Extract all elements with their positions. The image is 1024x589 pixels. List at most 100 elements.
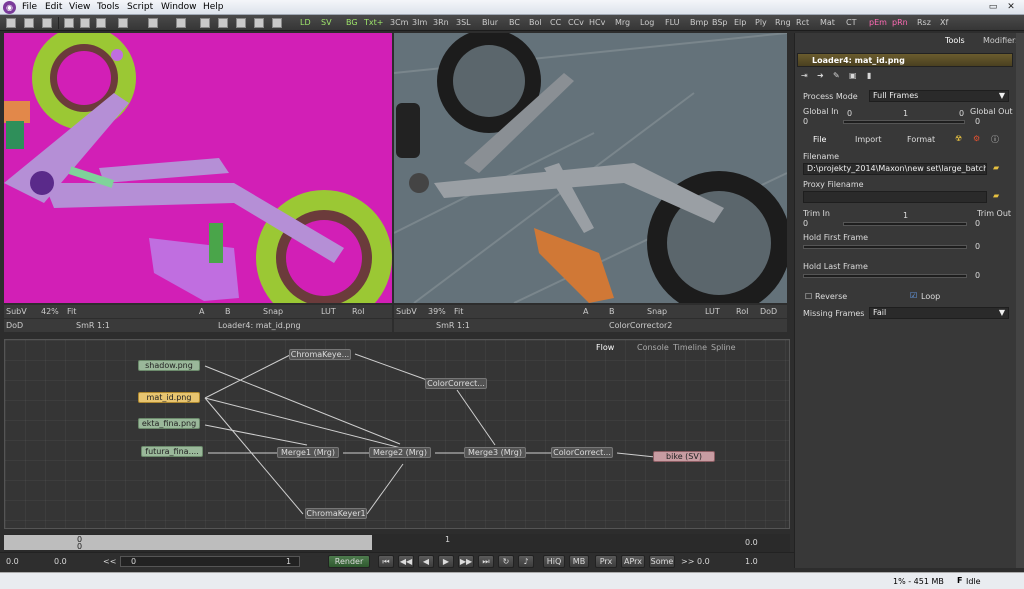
viewer-left-roi-button[interactable]: RoI xyxy=(352,305,364,318)
hold-last-slider[interactable] xyxy=(803,274,967,278)
viewer-left-subv-button[interactable]: SubV xyxy=(6,305,27,318)
node-colorcorrector2[interactable]: ColorCorrect... xyxy=(551,447,613,458)
save-settings-icon[interactable]: ▣ xyxy=(849,71,857,80)
viewer-right-b-button[interactable]: B xyxy=(609,305,615,318)
menu-edit[interactable]: Edit xyxy=(45,2,62,12)
subtab-file[interactable]: File xyxy=(813,135,826,144)
node-bike-saver[interactable]: bike (SV) xyxy=(653,451,715,462)
layout-1-icon[interactable] xyxy=(200,18,210,28)
new-icon[interactable] xyxy=(6,18,16,28)
tool-rsz[interactable]: Rsz xyxy=(917,17,931,29)
render-start[interactable]: 0.0 xyxy=(54,557,67,566)
tab-tools[interactable]: Tools xyxy=(945,36,965,45)
loop-checkbox[interactable]: ☑ xyxy=(910,291,917,300)
viewer-left-zoom[interactable]: 42% xyxy=(41,305,59,318)
paste-icon[interactable] xyxy=(96,18,106,28)
viewer-right-dod-button[interactable]: DoD xyxy=(760,305,777,318)
node-colorcorrector-top[interactable]: ColorCorrect... xyxy=(425,378,487,389)
trim-range-slider[interactable] xyxy=(843,222,967,226)
tool-bol[interactable]: Bol xyxy=(529,17,542,29)
viewer-right[interactable] xyxy=(394,33,787,303)
viewer-left[interactable] xyxy=(4,33,392,303)
tool-ct[interactable]: CT xyxy=(846,17,856,29)
process-mode-dropdown[interactable]: Full Frames ▼ xyxy=(869,90,1009,102)
node-mat-id-loader[interactable]: mat_id.png xyxy=(138,392,200,403)
info-icon[interactable]: ⓘ xyxy=(991,134,999,145)
viewer-right-a-button[interactable]: A xyxy=(583,305,588,318)
tool-rng[interactable]: Rng xyxy=(775,17,791,29)
global-end[interactable]: 1.0 xyxy=(745,557,758,566)
subtab-format[interactable]: Format xyxy=(907,135,935,144)
menu-script[interactable]: Script xyxy=(127,2,153,12)
tool-bsp[interactable]: BSp xyxy=(712,17,728,29)
menu-file[interactable]: File xyxy=(22,2,37,12)
tool-xf[interactable]: Xf xyxy=(940,17,948,29)
viewer-right-fit-button[interactable]: Fit xyxy=(454,305,463,318)
tool-log[interactable]: Log xyxy=(640,17,654,29)
viewer-right-zoom[interactable]: 39% xyxy=(428,305,446,318)
radiation-icon[interactable]: ☢ xyxy=(955,134,962,143)
viewer-left-fit-button[interactable]: Fit xyxy=(67,305,76,318)
viewer-right-smr-button[interactable]: SmR xyxy=(436,319,454,332)
cut-icon[interactable] xyxy=(64,18,74,28)
tool-blur[interactable]: Blur xyxy=(482,17,498,29)
arrow-icon[interactable]: ➜ xyxy=(817,71,824,80)
prx-button[interactable]: Prx xyxy=(595,555,617,568)
tool-mat[interactable]: Mat xyxy=(820,17,835,29)
tool-prn[interactable]: pRn xyxy=(892,17,908,29)
hold-last-value[interactable]: 0 xyxy=(975,271,980,280)
tool-mrg[interactable]: Mrg xyxy=(615,17,630,29)
aprx-button[interactable]: APrx xyxy=(621,555,645,568)
tool-cc[interactable]: CC xyxy=(550,17,561,29)
tool-pem[interactable]: pEm xyxy=(869,17,887,29)
time-range-bar[interactable] xyxy=(4,535,372,550)
layout-4-icon[interactable] xyxy=(254,18,264,28)
layout-2-icon[interactable] xyxy=(218,18,228,28)
minimize-icon[interactable]: ▭ xyxy=(987,2,999,13)
layout-5-icon[interactable] xyxy=(272,18,282,28)
viewer-right-ratio-button[interactable]: 1:1 xyxy=(457,319,470,332)
viewer-left-lut-button[interactable]: LUT xyxy=(321,305,336,318)
trim-out-value[interactable]: 0 xyxy=(975,219,980,228)
node-merge1[interactable]: Merge1 (Mrg) xyxy=(277,447,339,458)
global-in-value[interactable]: 0 xyxy=(803,117,808,126)
node-shadow-loader[interactable]: shadow.png xyxy=(138,360,200,371)
tool-3im[interactable]: 3Im xyxy=(412,17,427,29)
gear-icon[interactable]: ⚙ xyxy=(973,134,980,143)
hold-first-slider[interactable] xyxy=(803,245,967,249)
tool-sv[interactable]: SV xyxy=(321,17,332,29)
undo-icon[interactable] xyxy=(118,18,128,28)
menu-tools[interactable]: Tools xyxy=(97,2,119,12)
menu-view[interactable]: View xyxy=(69,2,90,12)
global-start[interactable]: 0.0 xyxy=(6,557,19,566)
menu-window[interactable]: Window xyxy=(161,2,197,12)
loop-icon[interactable]: ↻ xyxy=(498,555,514,568)
time-ruler[interactable]: 0 0 1 0.0 xyxy=(4,534,790,552)
menu-help[interactable]: Help xyxy=(203,2,224,12)
render-button[interactable]: Render xyxy=(328,555,370,568)
close-icon[interactable]: ✕ xyxy=(1005,2,1017,13)
redo-icon[interactable] xyxy=(148,18,158,28)
audio-icon[interactable]: ♪ xyxy=(518,555,534,568)
global-in-out-range-slider[interactable] xyxy=(843,120,965,124)
node-merge2[interactable]: Merge2 (Mrg) xyxy=(369,447,431,458)
tool-rct[interactable]: Rct xyxy=(796,17,809,29)
scissors-icon[interactable] xyxy=(176,18,186,28)
viewer-left-snap-button[interactable]: Snap xyxy=(263,305,283,318)
reverse-checkbox[interactable]: ☐ xyxy=(805,292,812,301)
folder-icon[interactable]: ▰ xyxy=(993,163,999,172)
tool-bc[interactable]: BC xyxy=(509,17,520,29)
inspector-scrollbar[interactable] xyxy=(1016,33,1024,568)
tool-bg[interactable]: BG xyxy=(346,17,358,29)
first-frame-icon[interactable]: ⏮ xyxy=(378,555,394,568)
tool-elp[interactable]: Elp xyxy=(734,17,746,29)
viewer-left-b-button[interactable]: B xyxy=(225,305,231,318)
pin-icon[interactable]: ⇥ xyxy=(801,71,808,80)
render-end[interactable]: 0.0 xyxy=(697,557,710,566)
viewer-left-smr-button[interactable]: SmR xyxy=(76,319,94,332)
viewer-right-lut-button[interactable]: LUT xyxy=(705,305,720,318)
node-chromakeyer-top[interactable]: ChromaKeye... xyxy=(289,349,351,360)
mb-button[interactable]: MB xyxy=(569,555,589,568)
color-swatch-icon[interactable]: ▮ xyxy=(867,71,871,80)
proxy-folder-icon[interactable]: ▰ xyxy=(993,191,999,200)
